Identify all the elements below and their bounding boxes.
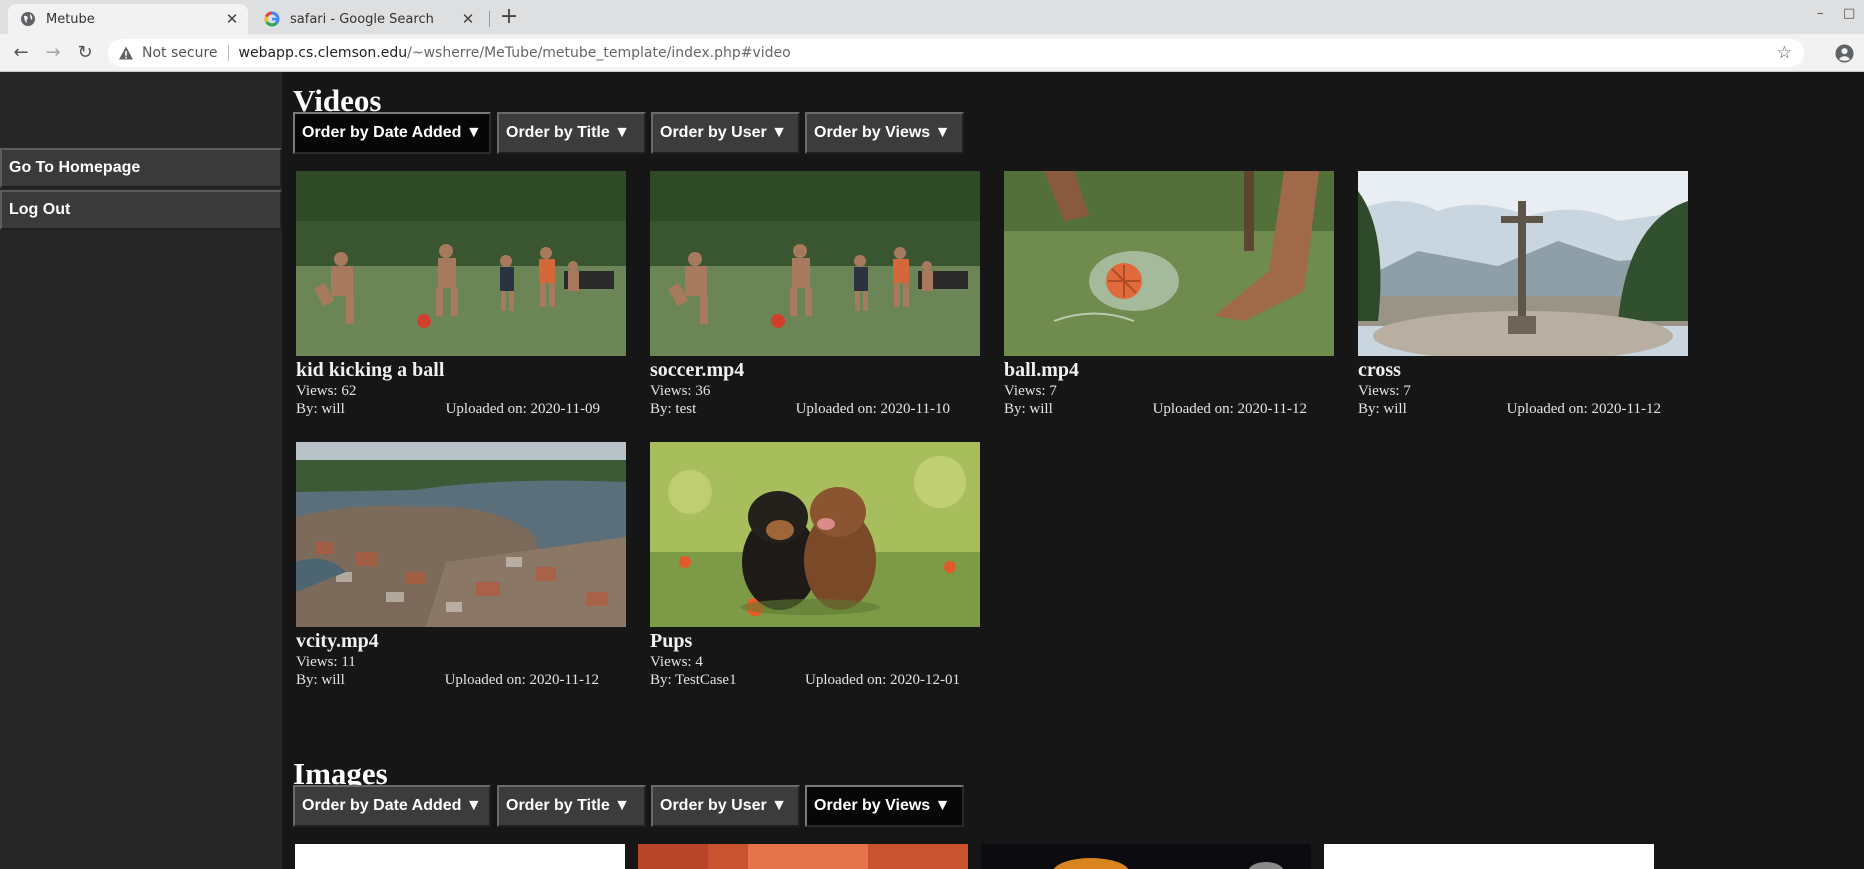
images-sort-views-button[interactable]: Order by Views ▼: [805, 785, 964, 827]
video-title[interactable]: kid kicking a ball: [296, 359, 444, 382]
page-content: Go To Homepage Log Out Videos Order by D…: [0, 72, 1864, 869]
video-card[interactable]: soccer.mp4 Views: 36 By: test Uploaded o…: [650, 171, 980, 417]
address-bar[interactable]: Not secure webapp.cs.clemson.edu/~wsherr…: [108, 39, 1804, 67]
video-card[interactable]: cross Views: 7 By: will Uploaded on: 202…: [1358, 171, 1688, 417]
new-tab-button[interactable]: +: [496, 5, 522, 31]
video-card[interactable]: vcity.mp4 Views: 11 By: will Uploaded on…: [296, 442, 626, 688]
video-author: By: will: [1358, 401, 1407, 417]
images-sort-date-button[interactable]: Order by Date Added ▼: [293, 785, 491, 827]
video-title[interactable]: Pups: [650, 630, 692, 653]
image-thumbnail[interactable]: [638, 844, 968, 869]
videos-sort-views-button[interactable]: Order by Views ▼: [805, 112, 964, 154]
image-thumbnail[interactable]: [981, 844, 1311, 869]
video-views: Views: 4: [650, 654, 703, 670]
video-thumbnail[interactable]: [296, 442, 626, 627]
back-arrow-icon[interactable]: ←: [10, 42, 32, 64]
tab-title: Metube: [46, 11, 95, 27]
video-upload-date: Uploaded on: 2020-11-10: [795, 401, 950, 417]
video-upload-date: Uploaded on: 2020-11-12: [444, 672, 599, 688]
browser-toolbar: ← → ↻ Not secure webapp.cs.clemson.edu/~…: [0, 34, 1864, 72]
video-author: By: test: [650, 401, 697, 417]
video-title[interactable]: ball.mp4: [1004, 359, 1079, 382]
video-title[interactable]: cross: [1358, 359, 1401, 382]
images-sort-title-button[interactable]: Order by Title ▼: [497, 785, 646, 827]
security-label: Not secure: [142, 45, 218, 61]
video-thumbnail[interactable]: [1004, 171, 1334, 356]
video-upload-date: Uploaded on: 2020-11-12: [1506, 401, 1661, 417]
close-tab-icon[interactable]: ✕: [458, 10, 478, 28]
video-thumbnail[interactable]: [296, 171, 626, 356]
videos-sort-title-button[interactable]: Order by Title ▼: [497, 112, 646, 154]
video-views: Views: 7: [1358, 383, 1411, 399]
image-thumbnail[interactable]: [1324, 844, 1654, 869]
videos-sort-user-button[interactable]: Order by User ▼: [651, 112, 800, 154]
log-out-button[interactable]: Log Out: [0, 190, 282, 230]
video-card[interactable]: ball.mp4 Views: 7 By: will Uploaded on: …: [1004, 171, 1334, 417]
video-author: By: will: [296, 401, 345, 417]
url-text[interactable]: webapp.cs.clemson.edu/~wsherre/MeTube/me…: [239, 45, 791, 61]
browser-tab-strip: Metube ✕ safari - Google Search ✕ + – □: [0, 0, 1864, 34]
video-thumbnail[interactable]: [650, 171, 980, 356]
reload-icon[interactable]: ↻: [74, 42, 96, 64]
address-divider: [227, 45, 229, 61]
video-author: By: will: [296, 672, 345, 688]
video-card[interactable]: Pups Views: 4 By: TestCase1 Uploaded on:…: [650, 442, 980, 688]
globe-icon: [21, 12, 35, 26]
warning-icon: [119, 46, 133, 60]
main-content: Videos Order by Date Added ▼ Order by Ti…: [282, 72, 1864, 869]
sidebar: Go To Homepage Log Out: [0, 72, 282, 869]
video-upload-date: Uploaded on: 2020-11-12: [1152, 401, 1307, 417]
google-icon: [264, 11, 280, 27]
forward-arrow-icon[interactable]: →: [42, 42, 64, 64]
tab-google-search[interactable]: safari - Google Search ✕: [252, 4, 484, 34]
images-sort-user-button[interactable]: Order by User ▼: [651, 785, 800, 827]
minimize-icon[interactable]: –: [1817, 6, 1824, 21]
video-views: Views: 7: [1004, 383, 1057, 399]
video-thumbnail[interactable]: [650, 442, 980, 627]
videos-sort-date-button[interactable]: Order by Date Added ▼: [293, 112, 491, 154]
video-upload-date: Uploaded on: 2020-11-09: [445, 401, 600, 417]
go-to-homepage-button[interactable]: Go To Homepage: [0, 148, 282, 188]
profile-avatar-icon[interactable]: [1835, 44, 1854, 63]
url-path: /~wsherre/MeTube/metube_template/index.p…: [407, 45, 791, 61]
tab-divider: [489, 11, 490, 27]
video-views: Views: 62: [296, 383, 357, 399]
tab-metube[interactable]: Metube ✕: [8, 4, 248, 34]
video-views: Views: 36: [650, 383, 711, 399]
image-thumbnail[interactable]: [295, 844, 625, 869]
video-card[interactable]: kid kicking a ball Views: 62 By: will Up…: [296, 171, 626, 417]
tab-title: safari - Google Search: [290, 11, 434, 27]
maximize-icon[interactable]: □: [1843, 6, 1855, 21]
url-host: webapp.cs.clemson.edu: [238, 45, 408, 61]
close-tab-icon[interactable]: ✕: [222, 10, 242, 28]
video-title[interactable]: soccer.mp4: [650, 359, 744, 382]
video-upload-date: Uploaded on: 2020-12-01: [805, 672, 960, 688]
video-author: By: will: [1004, 401, 1053, 417]
bookmark-star-icon[interactable]: ☆: [1777, 43, 1792, 63]
video-title[interactable]: vcity.mp4: [296, 630, 379, 653]
video-thumbnail[interactable]: [1358, 171, 1688, 356]
video-views: Views: 11: [296, 654, 356, 670]
video-author: By: TestCase1: [650, 672, 737, 688]
